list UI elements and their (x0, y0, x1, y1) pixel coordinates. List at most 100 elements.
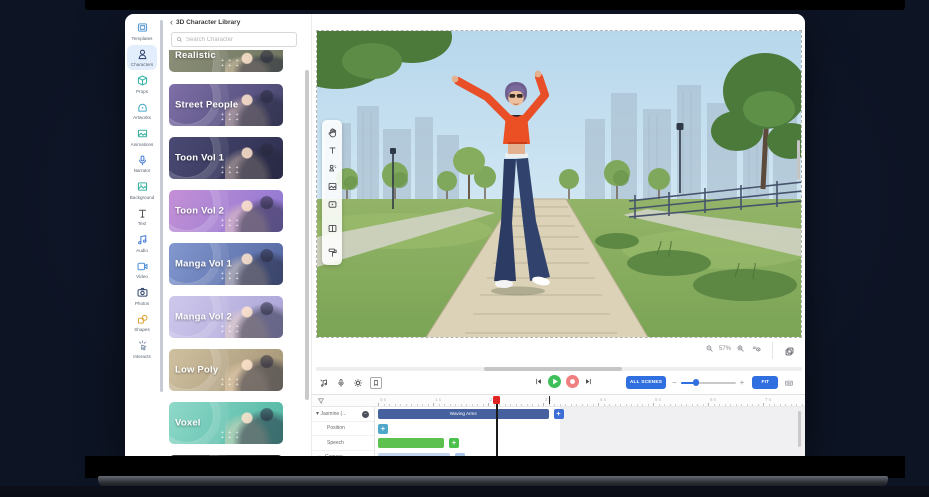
ruler-tick (703, 404, 704, 407)
card-title: Voxel (175, 418, 201, 429)
skip-start-icon[interactable] (534, 377, 543, 386)
timeline-zoom-in[interactable]: + (740, 379, 745, 387)
character-library-panel: ‹ 3D Character Library Realistic+ + + + … (164, 14, 311, 458)
mic-icon[interactable] (336, 378, 346, 388)
sidebar-item-templates[interactable]: Templates (127, 18, 157, 44)
add-block-button[interactable]: + (554, 409, 564, 419)
sun-icon[interactable] (353, 378, 363, 388)
sidebar-item-background[interactable]: Background (127, 177, 157, 203)
text-icon (136, 207, 149, 220)
zoom-out-icon[interactable] (705, 344, 714, 353)
character-card-toon-vol-1[interactable]: Toon Vol 1+ + + + + + (169, 137, 283, 179)
character-card-manga-vol-1[interactable]: Manga Vol 1+ + + + + + (169, 243, 283, 285)
skip-end-icon[interactable] (584, 377, 593, 386)
character-card-voxel[interactable]: Voxel+ + + + + + (169, 402, 283, 444)
bookmark-icon[interactable] (370, 377, 382, 389)
eye-off-icon[interactable] (750, 344, 763, 353)
sidebar-item-characters[interactable]: Characters (127, 45, 157, 71)
timeline-ruler[interactable]: 0 s1 s2 s3 s4 s5 s6 s7 s (375, 395, 805, 407)
paint-tool[interactable] (327, 247, 338, 258)
ruler-tick (747, 404, 748, 407)
sidebar-item-audio[interactable]: Audio (127, 230, 157, 256)
ruler-tick (395, 404, 396, 407)
text-tool[interactable] (327, 145, 338, 156)
scene-preview[interactable] (316, 30, 802, 338)
ruler-tick (466, 404, 467, 407)
sidebar-item-label: Photos (135, 301, 149, 306)
sidebar-scrollbar[interactable] (160, 20, 163, 392)
sidebar-item-shapes[interactable]: Shapes (127, 310, 157, 336)
sidebar-item-text[interactable]: Text (127, 204, 157, 230)
card-title: Manga Vol 2 (175, 312, 232, 323)
timeline-scrollbar[interactable] (798, 411, 802, 447)
search-input[interactable] (186, 37, 292, 43)
ruler-tick (670, 404, 671, 407)
sidebar-item-animations[interactable]: Animations (127, 124, 157, 150)
character-card-manga-vol-2[interactable]: Manga Vol 2+ + + + + + (169, 296, 283, 338)
scene-image (317, 31, 802, 338)
ruler-tick (642, 404, 643, 407)
zoom-in-icon[interactable] (736, 344, 745, 353)
ruler-tick (499, 404, 500, 407)
sidebar-item-props[interactable]: Props (127, 71, 157, 97)
ruler-tick (521, 404, 522, 407)
ruler-tick (417, 404, 418, 407)
ruler-tick (653, 403, 654, 407)
image-tool[interactable] (327, 181, 338, 192)
record-icon (566, 375, 579, 388)
laptop-bottom-bezel (85, 456, 905, 478)
timeline-zoom-out[interactable]: − (672, 379, 677, 387)
timeline-zoom-slider[interactable] (681, 376, 736, 389)
sidebar-item-video[interactable]: Video (127, 257, 157, 283)
playhead-marker[interactable] (493, 396, 500, 404)
record-button[interactable] (566, 375, 579, 388)
pan-hand-tool[interactable] (327, 127, 338, 138)
back-chevron-icon[interactable]: ‹ (170, 18, 173, 27)
fit-button[interactable]: FIT (752, 376, 778, 389)
funnel-icon[interactable] (317, 397, 325, 405)
sidebar-item-artworks[interactable]: Artworks (127, 98, 157, 124)
character-tool[interactable] (327, 163, 338, 174)
sidebar-item-photos[interactable]: Photos (127, 283, 157, 309)
character-card-low-poly[interactable]: Low Poly+ + + + + + (169, 349, 283, 391)
all-scenes-button[interactable]: ALL SCENES (626, 376, 666, 389)
minus-badge-icon[interactable]: − (362, 411, 369, 418)
toolbar-separator (772, 342, 773, 359)
ruler-tick (631, 404, 632, 407)
keyboard-shortcuts-icon[interactable] (784, 378, 794, 388)
duplicate-scene-button[interactable] (780, 343, 798, 359)
character-card-toon-vol-2[interactable]: Toon Vol 2+ + + + + + (169, 190, 283, 232)
panel-scrollbar[interactable] (305, 70, 309, 400)
video-icon (136, 260, 149, 273)
card-title: Realistic (175, 50, 216, 61)
horizontal-scrollbar-thumb[interactable] (484, 367, 622, 371)
ruler-tick (488, 403, 489, 407)
timeline-body: Waving Arms+++Camera 1+ ▾Jasmine (...−Po… (312, 407, 805, 458)
slider-thumb[interactable] (693, 379, 700, 386)
ruler-tick (763, 403, 764, 407)
audio-icon (136, 233, 149, 246)
video-tool[interactable] (327, 199, 338, 210)
sidebar-item-interacts[interactable]: Interacts (127, 336, 157, 362)
character-card-realistic[interactable]: Realistic+ + + + + + (169, 50, 283, 72)
timeline-block[interactable] (378, 438, 444, 448)
character-card-street-people[interactable]: Street People+ + + + + + (169, 84, 283, 126)
music-note-icon[interactable] (319, 378, 329, 388)
play-icon (548, 375, 561, 388)
track-label-row-position: Position (312, 422, 374, 437)
canvas-vertical-scrollbar[interactable] (797, 140, 800, 180)
layout-tool[interactable] (327, 223, 338, 234)
search-box[interactable] (171, 32, 297, 47)
play-button[interactable] (548, 375, 561, 388)
add-block-button[interactable]: + (378, 424, 388, 434)
canvas-horizontal-scrollbar (316, 367, 802, 371)
zoom-controls: 57% (705, 344, 763, 353)
playhead-line[interactable] (496, 396, 498, 458)
track-name: Speech (327, 440, 344, 446)
ruler-tick (483, 404, 484, 407)
add-block-button[interactable]: + (449, 438, 459, 448)
sidebar-item-narrator[interactable]: Narrator (127, 151, 157, 177)
timeline-block-waving-arms[interactable]: Waving Arms (378, 409, 549, 419)
props-icon (136, 74, 149, 87)
chevron-down-icon[interactable]: ▾ (316, 410, 319, 417)
